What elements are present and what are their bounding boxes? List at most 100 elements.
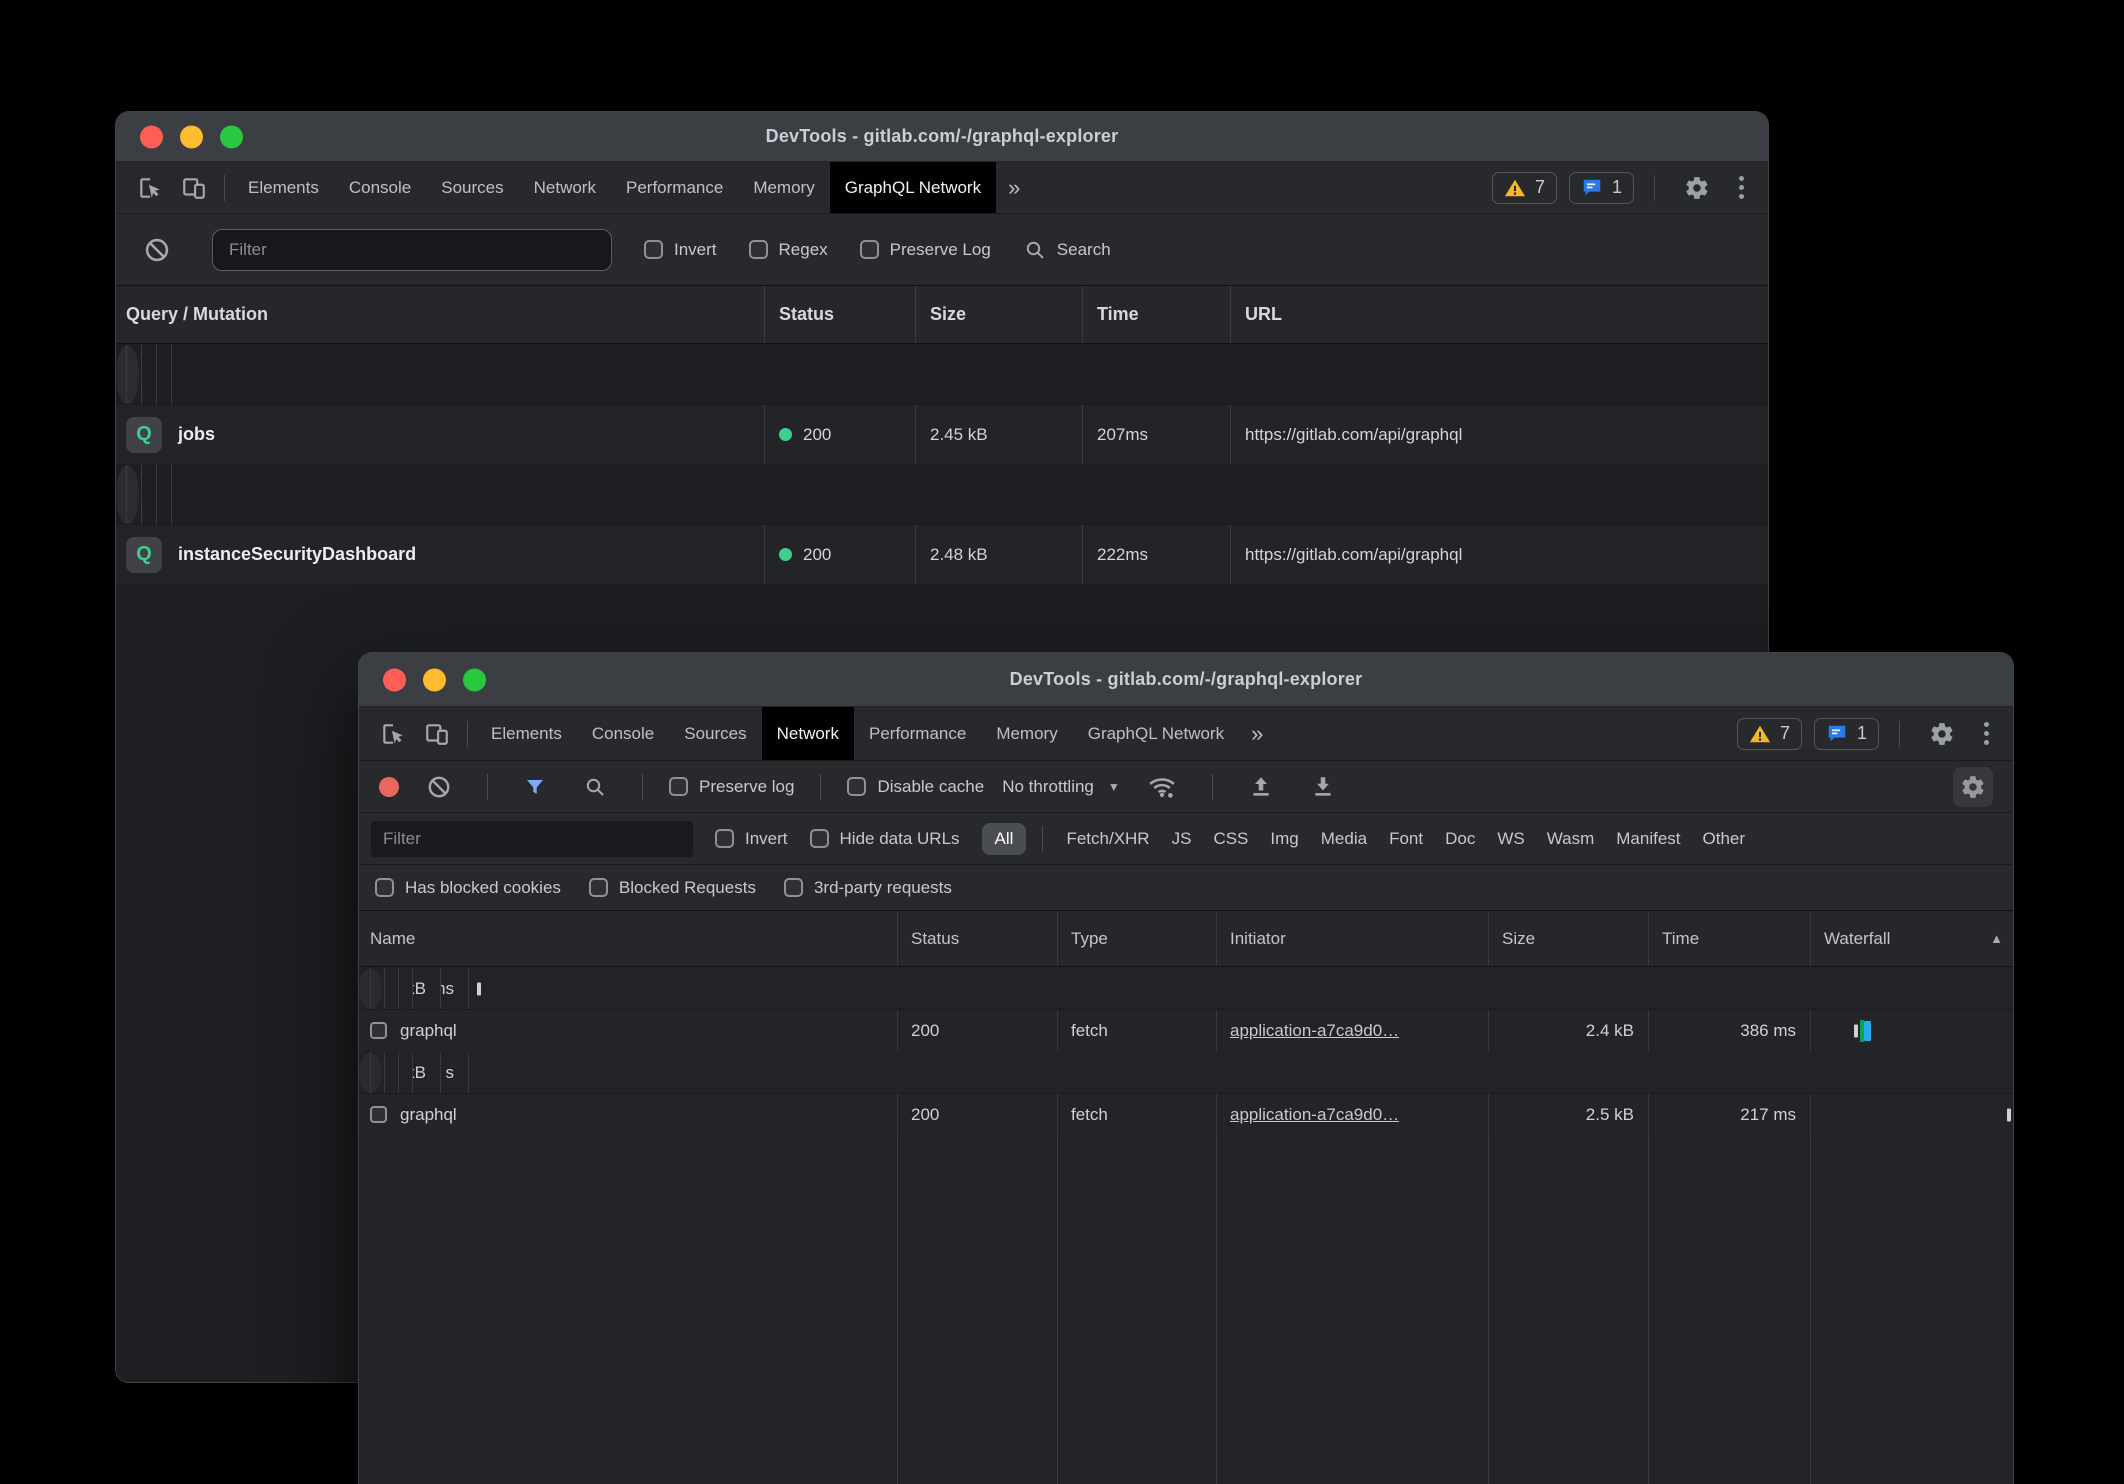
filter-chip-font[interactable]: Font — [1382, 823, 1430, 855]
table-row[interactable]: QinstanceSecurityDashboard 200 2.48 kB 2… — [116, 524, 1768, 584]
import-har-icon[interactable] — [1239, 774, 1283, 800]
initiator-link[interactable]: application-a7ca9d0… — [1230, 1021, 1399, 1041]
filter-chip-wasm[interactable]: Wasm — [1540, 823, 1602, 855]
blocked-requests-checkbox[interactable]: Blocked Requests — [589, 878, 756, 898]
tab-console[interactable]: Console — [577, 707, 669, 760]
filter-chip-js[interactable]: JS — [1165, 823, 1199, 855]
tab-performance[interactable]: Performance — [611, 162, 738, 213]
invert-checkbox[interactable]: Invert — [715, 829, 788, 849]
more-options-icon[interactable] — [1731, 176, 1752, 199]
checkbox[interactable] — [375, 878, 394, 897]
zoom-button[interactable] — [463, 668, 486, 691]
checkbox[interactable] — [810, 829, 829, 848]
filter-chip-img[interactable]: Img — [1263, 823, 1305, 855]
warnings-badge[interactable]: 7 — [1492, 172, 1557, 204]
invert-checkbox[interactable]: Invert — [644, 240, 717, 260]
table-row[interactable]: Quser 200 2.57 kB 211ms https://gitlab.c… — [116, 344, 139, 404]
checkbox[interactable] — [715, 829, 734, 848]
tab-sources[interactable]: Sources — [669, 707, 761, 760]
filter-chip-ws[interactable]: WS — [1490, 823, 1531, 855]
tab-console[interactable]: Console — [334, 162, 426, 213]
column-query-mutation[interactable]: Query / Mutation — [116, 286, 764, 343]
filter-chip-media[interactable]: Media — [1314, 823, 1374, 855]
tab-performance[interactable]: Performance — [854, 707, 981, 760]
inspect-element-button[interactable] — [128, 162, 172, 213]
network-settings-button[interactable] — [1953, 767, 1993, 807]
regex-checkbox[interactable]: Regex — [749, 240, 828, 260]
tab-sources[interactable]: Sources — [426, 162, 518, 213]
tab-memory[interactable]: Memory — [738, 162, 829, 213]
tab-network[interactable]: Network — [762, 707, 854, 760]
filter-chip-all[interactable]: All — [982, 823, 1027, 855]
checkbox[interactable] — [589, 878, 608, 897]
device-toolbar-button[interactable] — [172, 162, 216, 213]
close-button[interactable] — [140, 125, 163, 148]
column-url[interactable]: URL — [1230, 286, 1768, 343]
settings-gear-icon[interactable] — [1920, 721, 1964, 747]
column-type[interactable]: Type — [1057, 911, 1216, 966]
column-initiator[interactable]: Initiator — [1216, 911, 1488, 966]
search-button[interactable]: Search — [1023, 238, 1111, 262]
filter-input[interactable] — [212, 229, 612, 271]
tab-memory[interactable]: Memory — [981, 707, 1072, 760]
checkbox[interactable] — [370, 1106, 387, 1123]
more-options-icon[interactable] — [1976, 722, 1997, 745]
column-status[interactable]: Status — [764, 286, 915, 343]
preserve-log-checkbox[interactable]: Preserve log — [669, 777, 794, 797]
zoom-button[interactable] — [220, 125, 243, 148]
tab-graphql-network[interactable]: GraphQL Network — [1073, 707, 1239, 760]
column-size[interactable]: Size — [1488, 911, 1648, 966]
filter-chip-other[interactable]: Other — [1696, 823, 1753, 855]
more-tabs-button[interactable]: » — [1239, 707, 1275, 760]
request-row[interactable]: graphql 200 fetch application-a7ca9d0… 2… — [359, 967, 382, 1009]
column-size[interactable]: Size — [915, 286, 1082, 343]
issues-badge[interactable]: 1 — [1814, 718, 1879, 750]
filter-chip-manifest[interactable]: Manifest — [1609, 823, 1687, 855]
column-status[interactable]: Status — [897, 911, 1057, 966]
settings-gear-icon[interactable] — [1675, 175, 1719, 201]
checkbox[interactable] — [847, 777, 866, 796]
minimize-button[interactable] — [423, 668, 446, 691]
request-row[interactable]: graphql 200 fetch application-a7ca9d0… 2… — [359, 1009, 2013, 1051]
network-conditions-icon[interactable] — [1138, 772, 1186, 802]
request-row[interactable]: graphql 200 fetch application-a7ca9d0… 2… — [359, 1093, 2013, 1135]
minimize-button[interactable] — [180, 125, 203, 148]
column-name[interactable]: Name — [359, 911, 897, 966]
tab-network[interactable]: Network — [519, 162, 611, 213]
initiator-link[interactable]: application-a7ca9d0… — [1230, 1105, 1399, 1125]
third-party-requests-checkbox[interactable]: 3rd-party requests — [784, 878, 952, 898]
network-filter-input[interactable] — [371, 821, 693, 857]
checkbox[interactable] — [644, 240, 663, 259]
preserve-log-checkbox[interactable]: Preserve Log — [860, 240, 991, 260]
more-tabs-button[interactable]: » — [996, 162, 1032, 213]
table-row[interactable]: Qusers 200 2.7 kB 9s https://gitlab.com/… — [116, 464, 139, 524]
record-button[interactable] — [379, 777, 399, 797]
column-time[interactable]: Time — [1648, 911, 1810, 966]
device-toolbar-button[interactable] — [415, 707, 459, 760]
tab-graphql-network[interactable]: GraphQL Network — [830, 162, 996, 213]
disable-cache-checkbox[interactable]: Disable cache — [847, 777, 984, 797]
export-har-icon[interactable] — [1301, 774, 1345, 800]
checkbox[interactable] — [860, 240, 879, 259]
has-blocked-cookies-checkbox[interactable]: Has blocked cookies — [375, 878, 561, 898]
checkbox[interactable] — [749, 240, 768, 259]
clear-icon[interactable] — [417, 774, 461, 800]
hide-data-urls-checkbox[interactable]: Hide data URLs — [810, 829, 960, 849]
throttling-select[interactable]: No throttling ▼ — [1002, 777, 1120, 797]
clear-icon[interactable] — [134, 236, 180, 264]
search-icon[interactable] — [574, 775, 616, 799]
close-button[interactable] — [383, 668, 406, 691]
checkbox[interactable] — [669, 777, 688, 796]
tab-elements[interactable]: Elements — [476, 707, 577, 760]
filter-chip-css[interactable]: CSS — [1206, 823, 1255, 855]
issues-badge[interactable]: 1 — [1569, 172, 1634, 204]
warnings-badge[interactable]: 7 — [1737, 718, 1802, 750]
filter-chip-fetch-xhr[interactable]: Fetch/XHR — [1059, 823, 1156, 855]
tab-elements[interactable]: Elements — [233, 162, 334, 213]
table-row[interactable]: Qjobs 200 2.45 kB 207ms https://gitlab.c… — [116, 404, 1768, 464]
checkbox[interactable] — [784, 878, 803, 897]
column-time[interactable]: Time — [1082, 286, 1230, 343]
checkbox[interactable] — [370, 1022, 387, 1039]
inspect-element-button[interactable] — [371, 707, 415, 760]
request-row[interactable]: graphql 200 fetch application-a7ca9d0… 2… — [359, 1051, 382, 1093]
